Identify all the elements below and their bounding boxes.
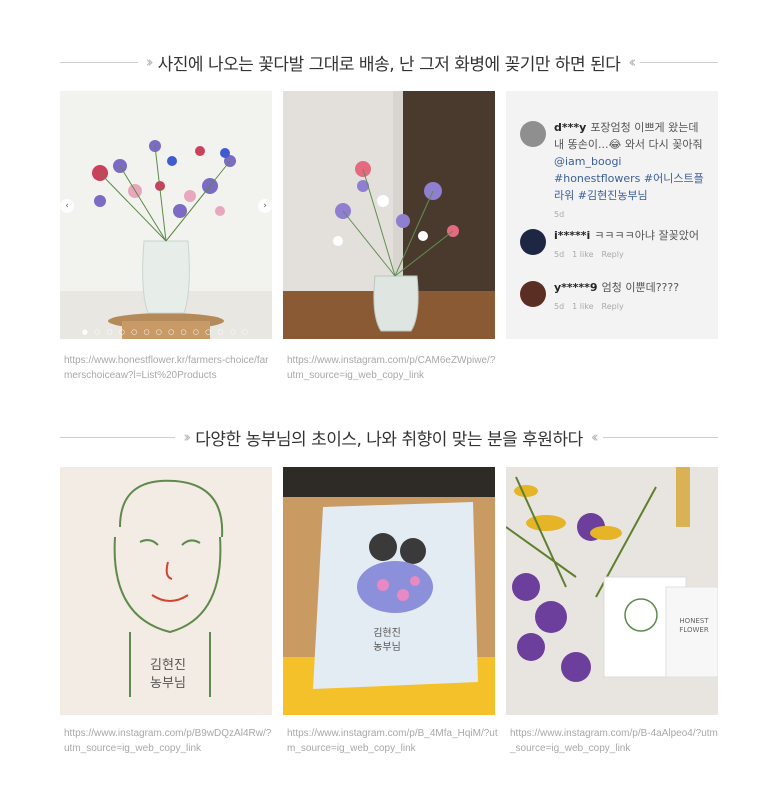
- bouquet-table-photo: [283, 91, 495, 339]
- section-heading-farmers: ›› 다양한 농부님의 초이스, 나와 취향이 맞는 분을 후원하다 ‹‹: [60, 425, 719, 450]
- avatar[interactable]: [520, 281, 546, 307]
- double-chevron-left-icon: ‹‹: [590, 428, 599, 446]
- farmer-name-label: 김현진 농부님: [150, 658, 186, 691]
- comment-likes[interactable]: 1 like: [572, 250, 593, 259]
- box-label: 김현진 농부님: [373, 628, 401, 653]
- farmer-portrait-card-photo: 김현진 농부님: [60, 467, 272, 715]
- comment-likes[interactable]: 1 like: [572, 302, 593, 311]
- chevron-left-icon: ‹: [65, 201, 69, 211]
- reply-button[interactable]: Reply: [602, 302, 624, 311]
- box-illustration: [283, 467, 495, 715]
- bouquet-photo: [283, 91, 495, 339]
- section-heading-delivery: ›› 사진에 나오는 꽃다발 그대로 배송, 난 그저 화병에 꽂기만 하면 된…: [60, 50, 719, 75]
- bouquet-with-card-photo: HONEST FLOWER: [506, 467, 718, 715]
- comment-text: ㅋㅋㅋㅋ아냐 잘꽂았어: [594, 229, 700, 242]
- instagram-comments-panel: d***y 포장엄청 이쁘게 왔는데 내 똥손이...😂 와서 다시 꽂아줘 @i…: [506, 91, 718, 339]
- bouquet-photo: [60, 91, 272, 339]
- source-caption[interactable]: https://www.instagram.com/p/B-4aAlpeo4/?…: [510, 726, 722, 756]
- brand-label: HONEST FLOWER: [679, 617, 709, 634]
- source-caption[interactable]: https://www.honestflower.kr/farmers-choi…: [64, 353, 276, 383]
- bouquet-photo: [506, 467, 718, 715]
- comment-time: 5d: [554, 302, 565, 311]
- comment-username[interactable]: i*****i: [554, 229, 590, 242]
- avatar[interactable]: [520, 121, 546, 147]
- comment-time: 5d: [554, 210, 565, 219]
- section-title: 다양한 농부님의 초이스, 나와 취향이 맞는 분을 후원하다: [195, 429, 583, 450]
- comment-mention[interactable]: @iam_boogi: [554, 155, 622, 168]
- heading-divider: [602, 436, 719, 438]
- flower-vase-photo-carousel[interactable]: ‹ › ● ○ ○ ○ ○ ○ ○ ○ ○ ○ ○ ○ ○ ○: [60, 91, 272, 339]
- gift-box-photo: 김현진 농부님: [283, 467, 495, 715]
- carousel-dots[interactable]: ● ○ ○ ○ ○ ○ ○ ○ ○ ○ ○ ○ ○ ○: [60, 328, 272, 336]
- comment-time: 5d: [554, 250, 565, 259]
- double-chevron-left-icon: ‹‹: [628, 53, 636, 71]
- heading-divider: [640, 61, 719, 63]
- source-caption[interactable]: https://www.instagram.com/p/B9wDQzAl4Rw/…: [64, 726, 276, 756]
- double-chevron-right-icon: ››: [183, 428, 191, 446]
- carousel-prev-button[interactable]: ‹: [60, 199, 74, 213]
- reply-button[interactable]: Reply: [602, 250, 624, 259]
- heading-divider: [60, 436, 176, 438]
- comment-text: 엄청 이뿐데????: [601, 281, 680, 294]
- carousel-next-button[interactable]: ›: [258, 199, 272, 213]
- avatar[interactable]: [520, 229, 546, 255]
- comment-username[interactable]: y*****9: [554, 281, 598, 294]
- section-title: 사진에 나오는 꽃다발 그대로 배송, 난 그저 화병에 꽂기만 하면 된다: [157, 54, 621, 75]
- comment-username[interactable]: d***y: [554, 121, 586, 134]
- chevron-right-icon: ›: [263, 201, 267, 211]
- source-caption[interactable]: https://www.instagram.com/p/CAM6eZWpiwe/…: [287, 353, 499, 383]
- comment-hashtags[interactable]: #honestflowers #어니스트플라워 #김현진농부님: [554, 172, 704, 202]
- source-caption[interactable]: https://www.instagram.com/p/B_4Mfa_HqiM/…: [287, 726, 499, 756]
- double-chevron-right-icon: ››: [145, 53, 154, 71]
- heading-divider: [60, 61, 138, 63]
